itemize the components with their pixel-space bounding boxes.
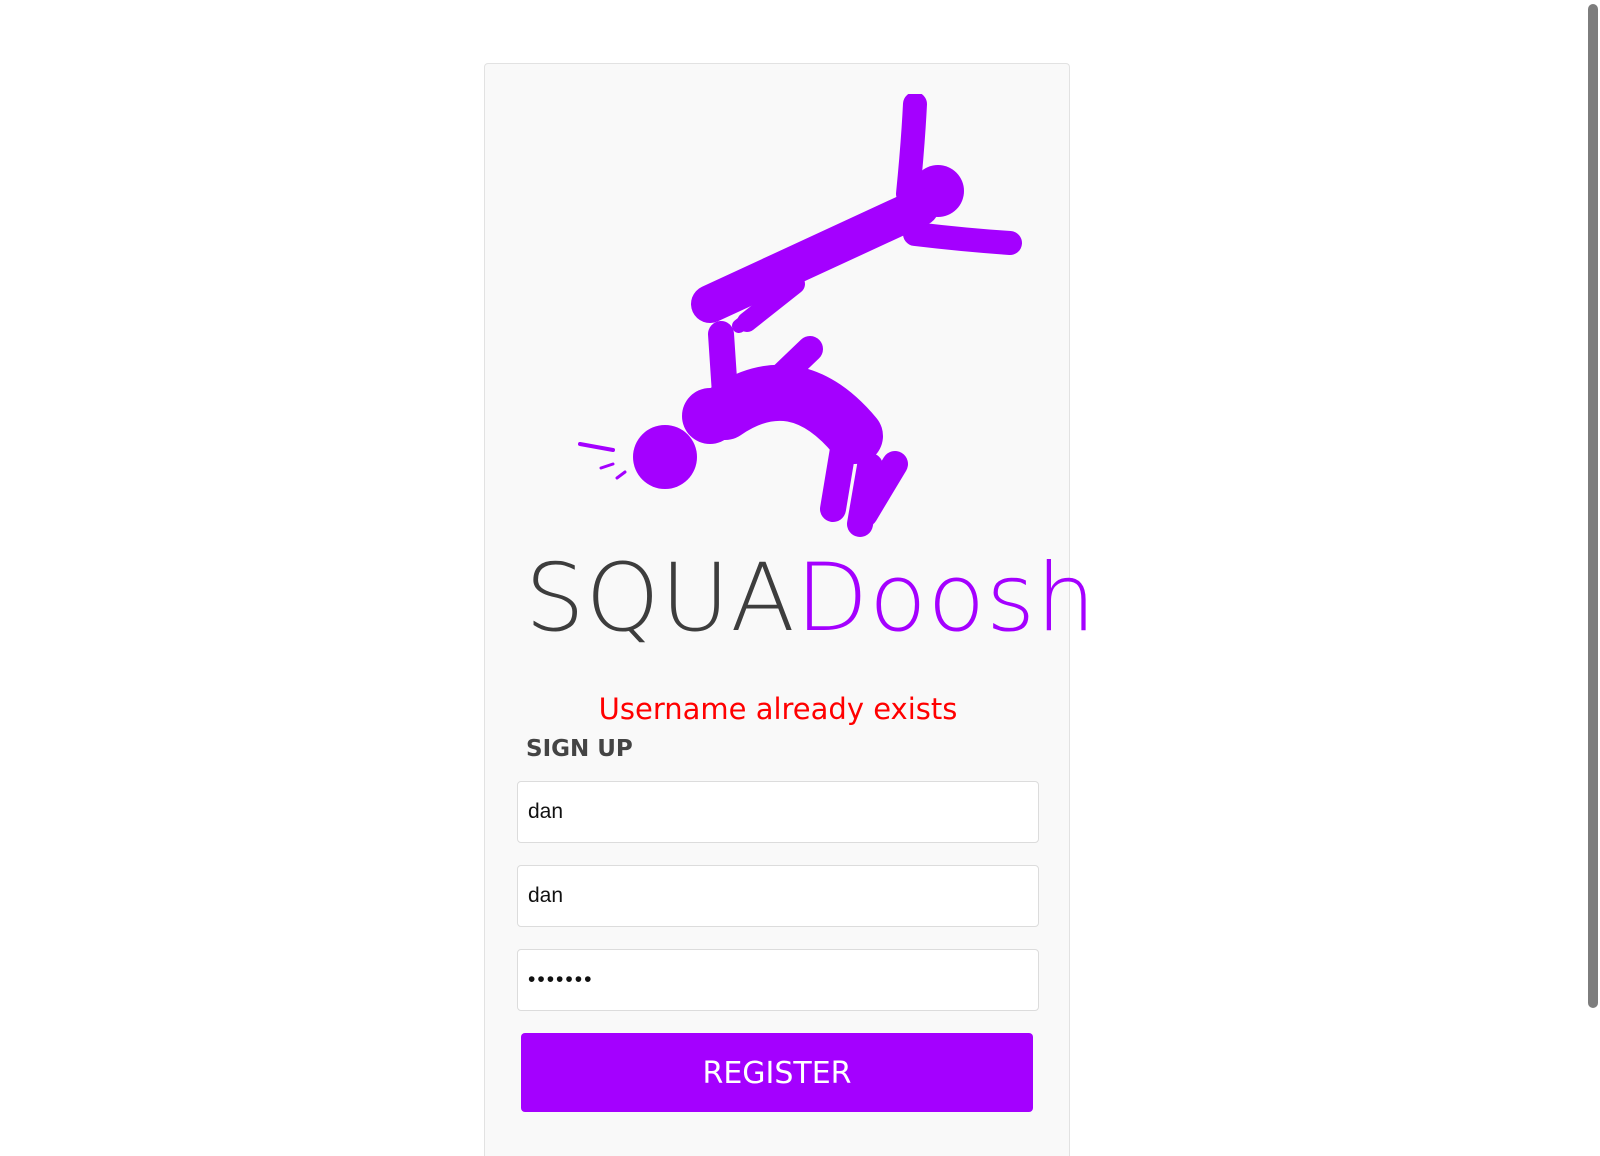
signup-title: SIGN UP <box>526 736 633 762</box>
username-field-2[interactable] <box>517 865 1039 927</box>
page-scrollbar[interactable] <box>1584 0 1600 1156</box>
signup-card: SQUADoosh Username already exists SIGN U… <box>484 63 1096 1156</box>
error-message: Username already exists <box>598 692 958 726</box>
username-field-1[interactable] <box>517 781 1039 843</box>
squadoosh-logo-wordmark: SQUADoosh <box>525 544 1096 654</box>
register-button[interactable]: REGISTER <box>521 1033 1033 1112</box>
password-field[interactable] <box>517 949 1039 1011</box>
scrollbar-thumb[interactable] <box>1588 4 1598 1008</box>
squadoosh-logo-figure <box>578 94 1022 537</box>
page: SQUADoosh Username already exists SIGN U… <box>0 0 1600 1156</box>
logo-name-part1: SQUA <box>525 544 796 653</box>
logo-name-part2: Doosh <box>795 544 1097 653</box>
